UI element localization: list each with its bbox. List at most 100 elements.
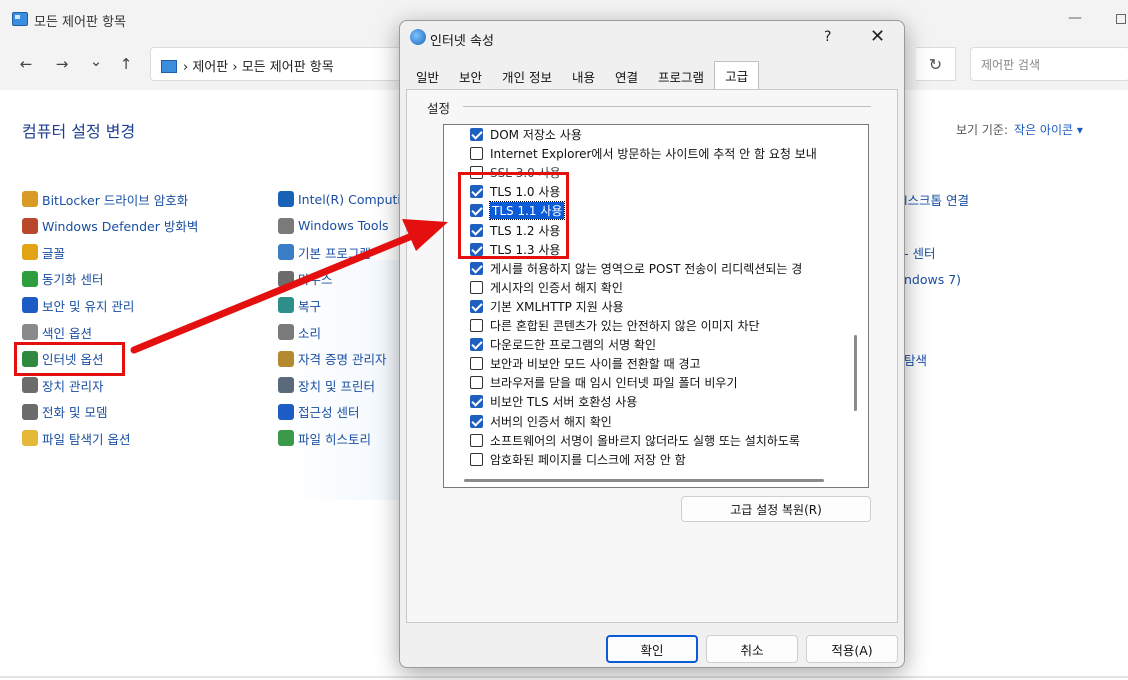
setting-label: DOM 저장소 사용 xyxy=(490,128,582,142)
control-panel-item-label[interactable]: l스크톱 연결 xyxy=(904,189,969,209)
help-button[interactable]: ? xyxy=(824,29,831,45)
cancel-button[interactable]: 취소 xyxy=(706,635,798,663)
tab-5[interactable]: 프로그램 xyxy=(648,63,714,89)
control-panel-item[interactable]: 파일 히스토리 xyxy=(278,428,371,448)
setting-row[interactable]: 소프트웨어의 서명이 올바르지 않더라도 실행 또는 설치하도록 xyxy=(444,431,864,450)
back-button[interactable]: ← xyxy=(16,55,36,73)
minimize-button[interactable]: — xyxy=(1068,10,1084,26)
control-panel-item[interactable]: 접근성 센터 xyxy=(278,402,359,422)
control-panel-item-label: 장치 및 프린터 xyxy=(298,378,375,394)
checkbox-unchecked[interactable] xyxy=(470,452,483,466)
default-programs-icon xyxy=(278,244,294,261)
checkbox-unchecked[interactable] xyxy=(470,319,483,332)
setting-row[interactable]: 서버의 인증서 해지 확인 xyxy=(444,412,864,431)
index-icon xyxy=(22,324,38,340)
control-panel-item-label[interactable]: - 센터 xyxy=(904,242,935,262)
setting-row[interactable]: 다른 혼합된 콘텐츠가 있는 안전하지 않은 이미지 차단 xyxy=(444,316,864,335)
checkbox-unchecked[interactable] xyxy=(470,357,483,371)
tab-6[interactable]: 고급 xyxy=(714,61,760,89)
control-panel-item-label[interactable]: ndows 7) xyxy=(904,269,961,289)
checkbox-checked[interactable] xyxy=(470,128,483,141)
firewall-icon xyxy=(22,217,38,234)
setting-row[interactable]: 브라우저를 닫을 때 임시 인터넷 파일 폴더 비우기 xyxy=(444,373,864,392)
checkbox-unchecked[interactable] xyxy=(470,376,483,390)
phone-icon xyxy=(22,403,38,420)
internet-properties-dialog: 인터넷 속성 ? ✕ 일반 보안 개인 정보 내용 연결 프로그램 고급 설정 암호화된 페… xyxy=(399,20,905,668)
close-button[interactable]: ✕ xyxy=(870,26,885,47)
tab-3[interactable]: 내용 xyxy=(562,63,605,89)
maximize-button[interactable] xyxy=(1116,14,1126,24)
control-panel-icon xyxy=(12,12,28,26)
tab-2[interactable]: 개인 정보 xyxy=(492,63,562,89)
setting-row[interactable]: DOM 저장소 사용 xyxy=(444,125,864,144)
restore-advanced-settings-button[interactable]: 고급 설정 복원(R) xyxy=(681,496,871,522)
control-panel-item[interactable]: BitLocker 드라이브 암호화 xyxy=(22,189,188,209)
checkbox-unchecked[interactable] xyxy=(470,433,483,447)
control-panel-item[interactable]: 글꼴 xyxy=(22,242,65,262)
control-panel-item-label[interactable]: 탐색 xyxy=(904,349,927,369)
setting-row[interactable]: 비보안 TLS 서버 호환성 사용 xyxy=(444,392,864,411)
checkbox-unchecked[interactable] xyxy=(470,147,483,161)
control-panel-item[interactable]: 마우스 xyxy=(278,269,333,289)
tab-0[interactable]: 일반 xyxy=(406,63,449,89)
control-panel-item[interactable]: 소리 xyxy=(278,322,321,342)
settings-group-label: 설정 xyxy=(427,98,457,117)
setting-row[interactable]: 게시자의 인증서 해지 확인 xyxy=(444,278,864,297)
control-panel-item-label: 전화 및 모뎀 xyxy=(42,405,108,421)
control-panel-item[interactable]: Windows Tools xyxy=(278,216,389,236)
address-bar[interactable]: › 제어판 › 모든 제어판 항목 xyxy=(150,47,410,81)
control-panel-item[interactable]: 기본 프로그램 xyxy=(278,242,371,262)
control-panel-item[interactable]: 파일 탐색기 옵션 xyxy=(22,428,130,448)
view-by-dropdown[interactable]: 작은 아이콘 ▾ xyxy=(1014,123,1083,137)
printer-icon xyxy=(278,377,294,394)
control-panel-item-label: Windows Defender 방화벽 xyxy=(42,219,199,235)
checkbox-checked[interactable] xyxy=(470,338,483,352)
checkbox-checked[interactable] xyxy=(470,414,483,428)
breadcrumb-all-items[interactable]: 모든 제어판 항목 xyxy=(242,60,334,75)
control-panel-item[interactable]: 장치 관리자 xyxy=(22,375,103,395)
control-panel-item[interactable]: 복구 xyxy=(278,295,321,315)
tab-1[interactable]: 보안 xyxy=(449,63,492,89)
refresh-button[interactable]: ↻ xyxy=(916,47,956,81)
setting-row[interactable]: 다운로드한 프로그램의 서명 확인 xyxy=(444,335,864,354)
breadcrumb-control-panel[interactable]: 제어판 xyxy=(192,60,228,75)
setting-label: 게시자의 인증서 해지 확인 xyxy=(490,280,623,295)
checkbox-checked[interactable] xyxy=(470,299,483,313)
checkbox-unchecked[interactable] xyxy=(470,280,483,294)
control-panel-item-label: 마우스 xyxy=(298,272,333,288)
setting-row[interactable]: 기본 XMLHTTP 지원 사용 xyxy=(444,297,864,316)
control-panel-item-label: 장치 관리자 xyxy=(42,378,104,394)
control-panel-item[interactable]: Windows Defender 방화벽 xyxy=(22,216,198,236)
control-panel-item-label: Windows Tools xyxy=(298,218,389,234)
search-input[interactable]: 제어판 검색 xyxy=(970,47,1128,81)
tab-4[interactable]: 연결 xyxy=(605,63,648,89)
setting-label: Internet Explorer에서 방문하는 사이트에 추적 안 함 요청 … xyxy=(490,147,817,162)
taskbar-edge xyxy=(0,676,1128,678)
ok-button[interactable]: 확인 xyxy=(606,635,698,663)
font-icon xyxy=(22,244,38,261)
vertical-scrollbar[interactable] xyxy=(854,335,857,411)
forward-button[interactable]: → xyxy=(52,55,72,73)
control-panel-item[interactable]: 장치 및 프린터 xyxy=(278,375,375,395)
control-panel-item[interactable]: Intel(R) Computin xyxy=(278,189,409,209)
horizontal-scrollbar[interactable] xyxy=(464,479,824,482)
apply-button[interactable]: 적용(A) xyxy=(806,635,898,663)
setting-row[interactable]: 보안과 비보안 모드 사이를 전환할 때 경고 xyxy=(444,354,864,373)
control-panel-item-label: 동기화 센터 xyxy=(42,272,104,288)
control-panel-item-label: 자격 증명 관리자 xyxy=(298,352,387,368)
control-panel-item[interactable]: 자격 증명 관리자 xyxy=(278,349,386,369)
checkbox-checked[interactable] xyxy=(470,395,483,409)
credential-icon xyxy=(278,350,294,367)
setting-row[interactable]: Internet Explorer에서 방문하는 사이트에 추적 안 함 요청 … xyxy=(444,144,864,163)
control-panel-item[interactable]: 보안 및 유지 관리 xyxy=(22,295,134,315)
control-panel-item[interactable]: 색인 옵션 xyxy=(22,322,92,342)
control-panel-item-label: BitLocker 드라이브 암호화 xyxy=(42,192,189,208)
setting-row[interactable]: 암호화된 페이지를 디스크에 저장 안 함 xyxy=(444,450,864,469)
control-panel-item[interactable]: 동기화 센터 xyxy=(22,269,103,289)
control-panel-item[interactable]: 전화 및 모뎀 xyxy=(22,402,107,422)
control-panel-item-label: Intel(R) Computin xyxy=(298,191,409,207)
setting-row[interactable]: 게시를 허용하지 않는 영역으로 POST 전송이 리디렉션되는 경 xyxy=(444,259,864,278)
checkbox-checked[interactable] xyxy=(470,261,483,275)
recent-locations-button[interactable]: ⌄ xyxy=(86,52,106,70)
up-button[interactable]: ↑ xyxy=(116,55,136,73)
